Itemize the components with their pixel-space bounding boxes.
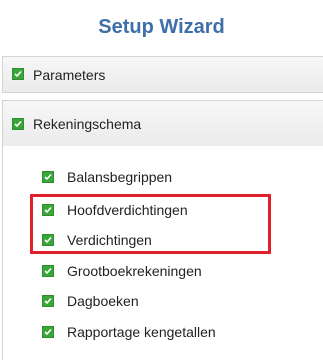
check-icon [42,171,54,183]
step-item-dagboeken[interactable]: Dagboeken [38,292,298,312]
step-item-rapportage-kengetallen[interactable]: Rapportage kengetallen [38,323,298,343]
step-label: Dagboeken [67,293,139,309]
step-label: Grootboekrekeningen [67,263,202,279]
wizard-title: Setup Wizard [98,16,225,38]
section-rekeningschema[interactable]: Rekeningschema [2,100,323,146]
setup-wizard: Setup Wizard Parameters Rekeningschema B… [0,0,323,360]
check-icon [12,68,24,80]
check-icon [42,326,54,338]
step-label: Rapportage kengetallen [67,324,216,340]
section-rekeningschema-label: Rekeningschema [33,116,142,132]
check-icon [42,295,54,307]
highlight-box [30,194,271,254]
check-icon [42,265,54,277]
check-icon [12,118,24,130]
step-label: Balansbegrippen [67,169,173,185]
section-parameters[interactable]: Parameters [2,56,323,93]
section-parameters-label: Parameters [33,67,106,83]
step-item-balansbegrippen[interactable]: Balansbegrippen [38,168,298,188]
step-item-grootboekrekeningen[interactable]: Grootboekrekeningen [38,262,298,282]
